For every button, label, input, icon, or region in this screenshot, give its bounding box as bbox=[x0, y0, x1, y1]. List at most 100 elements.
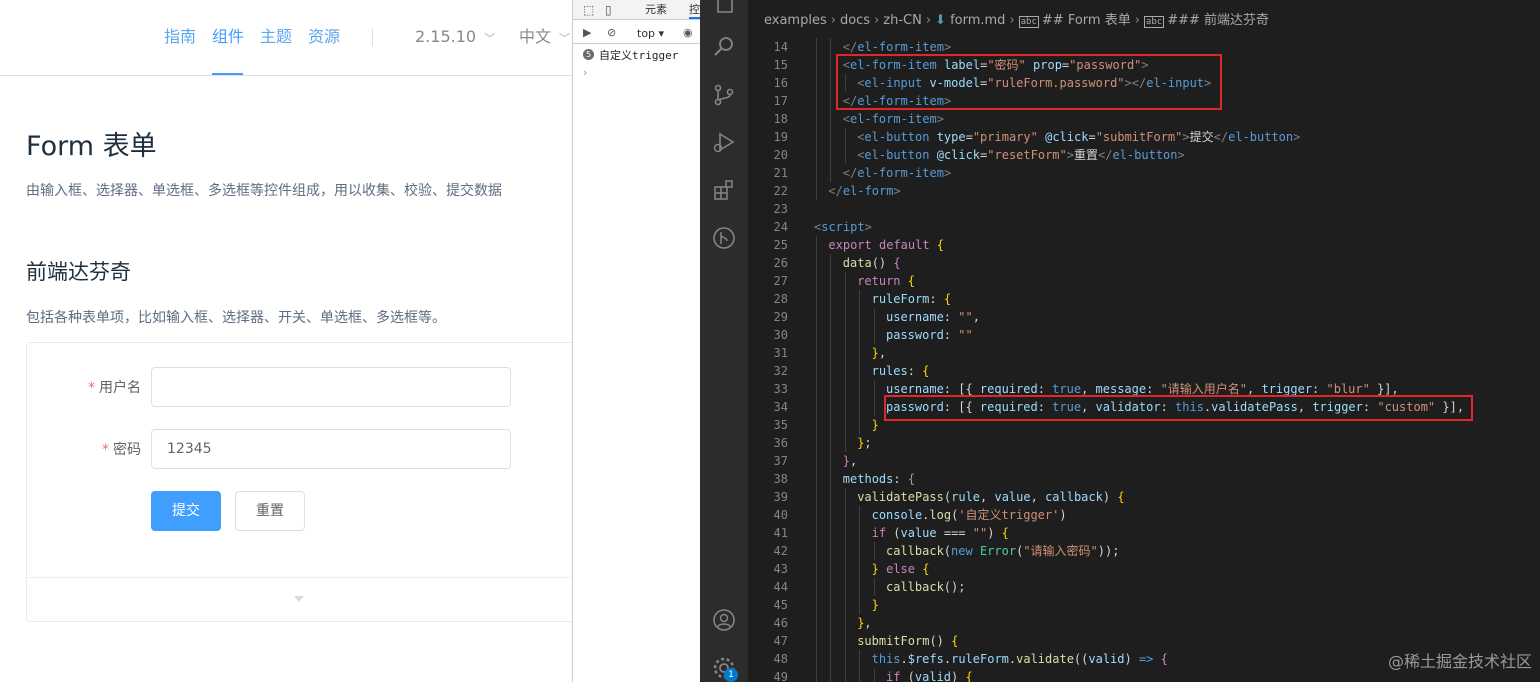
indent-guide bbox=[859, 398, 861, 416]
code-text: }; bbox=[857, 434, 871, 452]
code-token: rules bbox=[871, 364, 908, 378]
version-select[interactable]: 2.15.10 ﹀ bbox=[415, 27, 495, 49]
password-input[interactable] bbox=[151, 429, 511, 469]
code-text: </el-form-item> bbox=[843, 164, 951, 182]
indent-guide bbox=[859, 308, 861, 326]
code-token: () bbox=[871, 256, 894, 270]
context-select[interactable]: top ▾ bbox=[637, 27, 664, 40]
code-token: , bbox=[864, 616, 872, 630]
code-token: > bbox=[1066, 148, 1074, 162]
code-token: </ bbox=[828, 184, 843, 198]
nav-guide-link[interactable]: 指南 bbox=[164, 27, 196, 47]
breadcrumb-item[interactable]: zh-CN bbox=[883, 13, 922, 28]
explorer-icon[interactable] bbox=[712, 0, 736, 14]
indent-guide bbox=[844, 362, 846, 380]
reset-button[interactable]: 重置 bbox=[235, 491, 305, 531]
extensions-icon[interactable] bbox=[712, 178, 736, 202]
code-token: }], bbox=[1369, 382, 1399, 396]
code-token: ) bbox=[1102, 490, 1118, 504]
code-token: . bbox=[900, 652, 908, 666]
run-debug-icon[interactable] bbox=[712, 130, 736, 154]
breadcrumb-separator: › bbox=[1134, 13, 1140, 28]
eye-icon[interactable]: ◉ bbox=[683, 26, 693, 39]
line-number: 39 bbox=[773, 490, 788, 504]
indent-guide bbox=[844, 542, 846, 560]
code-token: type bbox=[936, 130, 966, 144]
breadcrumb-separator: › bbox=[1009, 13, 1015, 28]
inspect-icon[interactable]: ⬚ bbox=[583, 3, 594, 17]
nav-components-link[interactable]: 组件 bbox=[212, 27, 244, 47]
indent-guide bbox=[830, 326, 832, 344]
search-icon[interactable] bbox=[712, 34, 736, 58]
code-area[interactable]: 14 </el-form-item> 15 <el-form-item label="… bbox=[748, 38, 1540, 682]
indent-guide bbox=[816, 92, 817, 110]
breadcrumb-item[interactable]: examples bbox=[764, 13, 827, 28]
submit-button[interactable]: 提交 bbox=[151, 491, 221, 531]
code-token: validate bbox=[1016, 652, 1074, 666]
sidebar-toggle-icon[interactable]: ▶ bbox=[583, 26, 591, 39]
code-token: ( bbox=[900, 670, 915, 682]
code-token: if bbox=[886, 670, 901, 682]
nav-theme-link[interactable]: 主题 bbox=[260, 27, 292, 47]
code-token: ruleForm bbox=[871, 292, 930, 306]
tab-elements[interactable]: 元素 bbox=[645, 3, 667, 17]
line-number: 38 bbox=[773, 472, 788, 486]
indent-guide bbox=[830, 56, 832, 74]
code-token: data bbox=[842, 256, 872, 270]
indent-guide bbox=[830, 128, 832, 146]
indent-guide bbox=[830, 110, 832, 128]
code-token: script bbox=[821, 220, 865, 234]
language-select[interactable]: 中文 ﹀ bbox=[519, 27, 570, 49]
indent-guide bbox=[830, 632, 832, 650]
indent-guide bbox=[830, 452, 832, 470]
code-text: callback(); bbox=[886, 578, 965, 596]
code-text: <el-button type="primary" @click="submit… bbox=[857, 128, 1300, 146]
line-number: 19 bbox=[773, 130, 788, 144]
git-graph-icon[interactable] bbox=[712, 226, 736, 250]
breadcrumb-item[interactable]: form.md bbox=[950, 13, 1005, 28]
code-text: ruleForm: { bbox=[872, 290, 951, 308]
device-toggle-icon[interactable]: ▯ bbox=[605, 3, 612, 17]
code-token: === bbox=[936, 526, 973, 540]
indent-guide bbox=[830, 578, 832, 596]
clear-console-icon[interactable]: ⊘ bbox=[607, 26, 616, 39]
account-icon[interactable] bbox=[712, 608, 736, 632]
code-token: else bbox=[886, 562, 915, 576]
indent-guide bbox=[816, 416, 817, 434]
indent-guide bbox=[816, 506, 817, 524]
code-token: "primary" bbox=[972, 130, 1038, 144]
code-token: } bbox=[871, 562, 879, 576]
code-token: @click bbox=[1045, 130, 1089, 144]
page-title: Form 表单 bbox=[26, 131, 157, 162]
console-prompt[interactable]: › bbox=[583, 66, 587, 79]
nav-resources-link[interactable]: 资源 bbox=[308, 27, 340, 47]
username-input[interactable] bbox=[151, 367, 511, 407]
code-text: this.$refs.ruleForm.validate((valid) => … bbox=[872, 650, 1168, 668]
line-number: 48 bbox=[773, 652, 788, 666]
line-number: 35 bbox=[773, 418, 788, 432]
code-token: value bbox=[994, 490, 1031, 504]
code-token: "请输入用户名" bbox=[1160, 382, 1248, 396]
indent-guide bbox=[844, 614, 846, 632]
code-token: "请输入密码" bbox=[1023, 544, 1098, 558]
code-text: username: "", bbox=[886, 308, 980, 326]
code-token: callback bbox=[1045, 490, 1103, 504]
breadcrumb-heading[interactable]: ### 前端达芬奇 bbox=[1167, 13, 1269, 28]
tab-console[interactable]: 控 bbox=[689, 3, 700, 19]
code-line: 19 <el-button type="primary" @click="subm… bbox=[748, 128, 1540, 146]
demo-expand-bar[interactable] bbox=[27, 577, 572, 622]
code-token: { bbox=[1160, 652, 1168, 666]
breadcrumb-item[interactable]: docs bbox=[840, 13, 870, 28]
code-token: { bbox=[1001, 526, 1009, 540]
source-control-icon[interactable] bbox=[712, 83, 736, 107]
breadcrumb-heading[interactable]: ## Form 表单 bbox=[1042, 13, 1131, 28]
code-line: 43} else { bbox=[748, 560, 1540, 578]
markdown-file-icon: ⬇ bbox=[935, 13, 951, 28]
line-number: 34 bbox=[773, 400, 788, 414]
code-token: , bbox=[1081, 382, 1096, 396]
code-line: 24 <script> bbox=[748, 218, 1540, 236]
code-token: true bbox=[1052, 382, 1082, 396]
